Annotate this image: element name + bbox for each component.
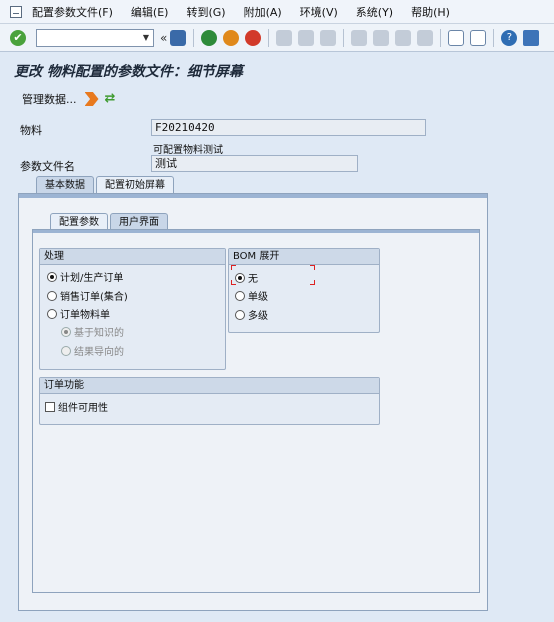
exit-icon[interactable] [223,29,240,46]
menu-profile[interactable]: 配置参数文件(F) [32,4,113,20]
find-icon[interactable] [298,29,315,46]
radio-order-bom[interactable]: 订单物料单 [47,306,110,321]
radio-button[interactable] [235,272,245,283]
new-session-icon[interactable] [448,29,465,46]
collapse-command-icon[interactable]: « [160,31,167,45]
layout-icon[interactable] [523,29,540,46]
radio-bom-multi-level[interactable]: 多级 [235,307,268,322]
radio-label: 计划/生产订单 [60,273,124,284]
processing-group-title: 处理 [40,249,225,265]
radio-button[interactable] [235,309,245,320]
toolbar-separator [440,28,442,47]
radio-button[interactable] [235,290,245,301]
radio-sales-order[interactable]: 销售订单(集合) [47,288,128,303]
material-field[interactable]: F20210420 [151,119,426,136]
radio-button[interactable] [47,308,57,319]
profile-label: 参数文件名 [20,160,75,173]
prev-page-icon[interactable] [373,29,390,46]
menu-help[interactable]: 帮助(H) [411,4,450,20]
chevron-down-icon[interactable]: ▼ [139,30,153,46]
checkbox-label: 组件可用性 [58,403,108,414]
checkbox[interactable] [45,401,55,412]
tab-basic-data[interactable]: 基本数据 [36,176,94,194]
material-description: 可配置物料测试 [153,145,223,156]
menu-system[interactable]: 系统(Y) [356,4,393,20]
last-page-icon[interactable] [417,29,434,46]
page-title: 更改 物料配置的参数文件：细节屏幕 [14,64,243,80]
menu-environment[interactable]: 环境(V) [300,4,338,20]
toolbar-separator [493,28,495,47]
menu-edit[interactable]: 编辑(E) [131,4,169,20]
toolbar-separator [193,28,195,47]
cancel-icon[interactable] [245,29,262,46]
panel-strip [19,194,487,198]
tab-config-initial-screen[interactable]: 配置初始屏幕 [96,176,174,194]
radio-knowledge-based: 基于知识的 [61,324,124,339]
radio-label: 基于知识的 [74,328,124,339]
bom-group-title: BOM 展开 [229,249,379,265]
menu-bar: 配置参数文件(F) 编辑(E) 转到(G) 附加(A) 环境(V) 系统(Y) … [0,0,554,24]
application-toolbar: 管理数据... ⇄ [0,88,554,110]
radio-label: 无 [248,274,258,285]
order-functions-title: 订单功能 [40,378,379,394]
inner-tab-strip: 配置参数 用户界面 [50,213,170,231]
radio-button[interactable] [47,290,57,301]
title-bar: 更改 物料配置的参数文件：细节屏幕 [0,56,554,86]
ok-icon[interactable]: ✔ [10,29,26,46]
next-page-icon[interactable] [395,29,412,46]
manage-data-button[interactable]: 管理数据... [22,91,77,107]
focus-corner [310,265,315,270]
standard-toolbar: ✔ ▼ « ? [0,24,554,52]
system-menu-icon[interactable] [10,5,22,18]
menu-goto[interactable]: 转到(G) [186,4,225,20]
component-availability-checkbox[interactable]: 组件可用性 [45,399,108,414]
menu-extras[interactable]: 附加(A) [244,4,282,20]
material-label: 物料 [20,124,42,137]
radio-button [61,345,71,356]
radio-bom-none[interactable]: 无 [235,270,258,285]
save-icon[interactable] [170,29,187,46]
radio-button [61,326,71,337]
panel-strip [33,230,479,233]
focus-corner [310,280,315,285]
radio-label: 结果导向的 [74,347,124,358]
shortcut-icon[interactable] [470,29,487,46]
swap-icon[interactable]: ⇄ [105,92,119,106]
radio-bom-single-level[interactable]: 单级 [235,288,268,303]
toolbar-separator [343,28,345,47]
radio-button[interactable] [47,271,57,282]
radio-label: 多级 [248,311,268,322]
command-field[interactable]: ▼ [36,28,154,47]
radio-label: 订单物料单 [60,310,110,321]
outer-tab-strip: 基本数据 配置初始屏幕 [36,176,176,194]
toolbar-separator [268,28,270,47]
help-icon[interactable]: ? [501,29,518,46]
radio-result-oriented: 结果导向的 [61,343,124,358]
print-icon[interactable] [276,29,293,46]
radio-planned-order[interactable]: 计划/生产订单 [47,269,123,284]
back-icon[interactable] [201,29,218,46]
profile-field[interactable]: 测试 [151,155,358,172]
execute-icon[interactable] [84,92,99,106]
find-next-icon[interactable] [320,29,337,46]
first-page-icon[interactable] [351,29,368,46]
radio-label: 单级 [248,292,268,303]
radio-label: 销售订单(集合) [60,292,128,303]
